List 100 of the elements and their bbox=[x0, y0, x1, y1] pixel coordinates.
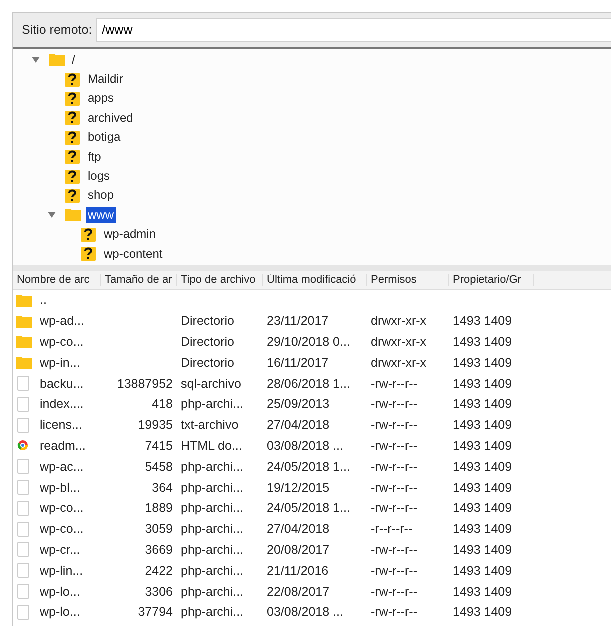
file-name: wp-co... bbox=[40, 501, 84, 516]
table-cell-text: txt-archivo bbox=[180, 418, 240, 432]
table-cell-text: 19935 bbox=[137, 418, 174, 432]
folder-icon bbox=[16, 355, 32, 370]
table-cell-text: Directorio bbox=[180, 314, 236, 328]
file-name: .. bbox=[40, 293, 47, 308]
table-cell-text: 03/08/2018 ... bbox=[266, 438, 344, 453]
table-cell-text: 37794 bbox=[137, 605, 174, 620]
table-cell-text: -rw-r--r-- bbox=[370, 438, 418, 453]
file-name: index.... bbox=[40, 397, 84, 412]
table-cell-text: HTML do... bbox=[180, 438, 244, 453]
table-cell-text: 2422 bbox=[144, 564, 174, 578]
tree-item[interactable]: shop bbox=[86, 187, 116, 204]
file-name: backu... bbox=[40, 376, 84, 391]
tree-item[interactable]: ftp bbox=[86, 148, 104, 165]
file-icon bbox=[16, 376, 32, 392]
table-cell-text: 3306 bbox=[144, 584, 174, 599]
table-cell-text: 13887952 bbox=[116, 376, 174, 391]
column-header[interactable]: Nombre de arc bbox=[13, 274, 101, 286]
table-cell-text: 1493 1409 bbox=[452, 314, 514, 328]
folder-icon bbox=[49, 52, 65, 68]
question-mark-icon bbox=[65, 90, 81, 106]
table-cell-text: 1493 1409 bbox=[452, 584, 514, 599]
table-cell-text: -rw-r--r-- bbox=[370, 605, 418, 620]
table-cell-text: php-archi... bbox=[180, 397, 245, 412]
table-cell-text: 1493 1409 bbox=[452, 376, 514, 391]
column-header[interactable]: Propietario/Gr bbox=[449, 274, 534, 286]
table-cell-text: 1493 1409 bbox=[452, 564, 514, 578]
file-name: readm... bbox=[40, 438, 86, 453]
question-mark-icon bbox=[65, 188, 81, 203]
table-cell-text: php-archi... bbox=[180, 522, 245, 536]
tree-item[interactable]: / bbox=[70, 52, 78, 68]
table-cell-text: 418 bbox=[151, 397, 174, 412]
table-cell-text: 7415 bbox=[144, 438, 174, 453]
tree-item[interactable]: www bbox=[86, 206, 116, 223]
table-cell-text: 27/04/2018 bbox=[266, 522, 331, 536]
file-name: wp-in... bbox=[40, 356, 80, 370]
tree-item[interactable]: Maildir bbox=[86, 71, 126, 88]
table-cell-text: 25/09/2013 bbox=[266, 397, 331, 412]
table-cell-text: 364 bbox=[151, 480, 174, 495]
file-icon bbox=[16, 418, 32, 433]
table-cell-text: 29/10/2018 0... bbox=[266, 334, 352, 349]
file-name: wp-bl... bbox=[40, 480, 80, 495]
table-cell-text: 16/11/2017 bbox=[266, 356, 330, 370]
remote-site-field[interactable]: /www bbox=[96, 18, 611, 42]
question-mark-icon bbox=[81, 246, 97, 262]
table-cell-text: 1493 1409 bbox=[452, 501, 514, 516]
table-cell-text: -rw-r--r-- bbox=[370, 501, 418, 516]
file-name: wp-lo... bbox=[40, 584, 80, 599]
file-name: wp-ad... bbox=[40, 314, 84, 328]
file-icon bbox=[16, 480, 32, 496]
table-cell-text: 3669 bbox=[144, 542, 174, 557]
tree-item[interactable]: archived bbox=[86, 110, 136, 126]
table-cell-text: php-archi... bbox=[180, 460, 245, 474]
table-cell-text: 22/08/2017 bbox=[266, 584, 331, 599]
table-cell-text: Directorio bbox=[180, 334, 236, 349]
file-name: wp-co... bbox=[40, 522, 84, 536]
file-name: wp-lin... bbox=[40, 564, 84, 578]
column-header[interactable]: Tipo de archivo bbox=[177, 274, 263, 286]
column-header[interactable]: Permisos bbox=[367, 274, 449, 286]
question-mark-icon bbox=[65, 110, 81, 126]
table-cell-text: sql-archivo bbox=[180, 376, 242, 391]
file-name: licens... bbox=[40, 418, 82, 432]
column-header[interactable]: Tamaño de ar bbox=[101, 274, 177, 286]
file-icon bbox=[16, 500, 32, 516]
table-cell-text: 21/11/2016 bbox=[266, 564, 330, 578]
table-cell-text: 27/04/2018 bbox=[266, 418, 331, 432]
table-cell-text: 1493 1409 bbox=[452, 334, 514, 349]
table-cell-text: 1493 1409 bbox=[452, 438, 514, 453]
table-cell-text: -rw-r--r-- bbox=[370, 418, 418, 432]
table-cell-text: -rw-r--r-- bbox=[370, 397, 418, 412]
table-cell-text: Directorio bbox=[180, 356, 236, 370]
table-cell-text: php-archi... bbox=[180, 501, 245, 516]
table-cell-text: 24/05/2018 1... bbox=[266, 501, 352, 516]
table-cell-text: 1493 1409 bbox=[452, 480, 514, 495]
file-icon bbox=[16, 459, 32, 474]
tree-item[interactable]: wp-admin bbox=[102, 226, 158, 242]
file-icon bbox=[16, 542, 32, 558]
table-cell-text: 20/08/2017 bbox=[266, 542, 331, 557]
table-cell-text: 1493 1409 bbox=[452, 418, 514, 432]
table-cell-text: 1493 1409 bbox=[452, 397, 514, 412]
table-cell-text: -rw-r--r-- bbox=[370, 564, 418, 578]
table-cell-text: drwxr-xr-x bbox=[370, 356, 428, 370]
table-cell-text: -rw-r--r-- bbox=[370, 376, 418, 391]
expand-arrow-icon[interactable] bbox=[47, 210, 57, 219]
table-cell-text: -rw-r--r-- bbox=[370, 480, 418, 495]
table-cell-text: 28/06/2018 1... bbox=[266, 376, 352, 391]
table-cell-text: 19/12/2015 bbox=[266, 480, 331, 495]
remote-site-label: Sitio remoto: bbox=[22, 23, 92, 37]
tree-item[interactable]: logs bbox=[86, 168, 112, 184]
table-cell-text: 1493 1409 bbox=[452, 605, 514, 620]
tree-item[interactable]: apps bbox=[86, 90, 116, 106]
table-cell-text: 1889 bbox=[144, 501, 174, 516]
tree-item[interactable]: botiga bbox=[86, 129, 123, 146]
expand-arrow-icon[interactable] bbox=[31, 56, 41, 64]
table-cell-text: 5458 bbox=[144, 460, 174, 474]
table-cell-text: php-archi... bbox=[180, 480, 245, 495]
tree-item[interactable]: wp-content bbox=[102, 246, 165, 262]
file-name: wp-lo... bbox=[40, 605, 80, 620]
question-mark-icon bbox=[65, 130, 81, 145]
